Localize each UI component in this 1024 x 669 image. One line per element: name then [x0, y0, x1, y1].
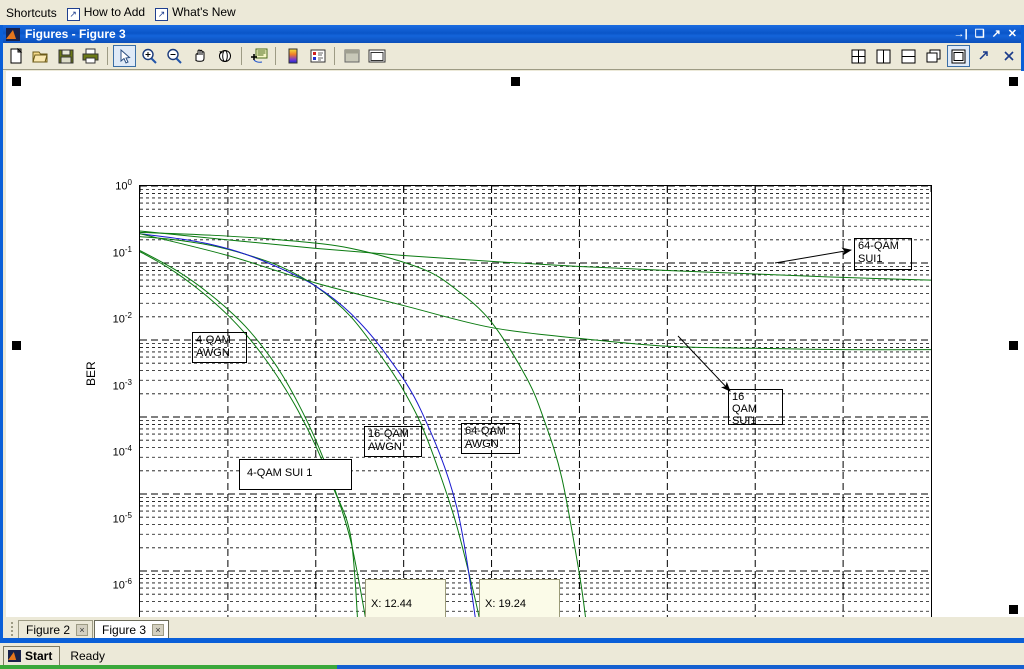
- zoom-in-icon[interactable]: [138, 45, 161, 67]
- hide-plot-tools-icon[interactable]: [340, 45, 363, 67]
- dock-icon[interactable]: →|: [954, 28, 968, 40]
- ann-16qam-sui1[interactable]: 16 QAM SUI1: [728, 389, 783, 427]
- start-button[interactable]: Start: [3, 646, 61, 666]
- ytick-label: 10-4: [112, 444, 132, 459]
- datatip-2-x: X: 19.24: [485, 598, 526, 610]
- axes-frame[interactable]: [139, 185, 932, 620]
- tab-figure-2-label: Figure 2: [26, 622, 71, 637]
- pointer-select-icon[interactable]: [113, 45, 136, 67]
- undock-icon[interactable]: ❑: [975, 28, 985, 40]
- print-figure-icon[interactable]: [79, 45, 102, 67]
- tab-figure-3-close-icon[interactable]: ×: [152, 623, 165, 636]
- tab-figure-2[interactable]: Figure 2 ×: [18, 620, 94, 638]
- tab-figure-2-close-icon[interactable]: ×: [76, 623, 89, 636]
- taskbar: Start Ready: [0, 641, 1024, 669]
- undock-arrow-icon[interactable]: [972, 45, 995, 67]
- start-button-label: Start: [25, 649, 53, 663]
- taskbar-progress-strip: [0, 665, 337, 669]
- status-text: Ready: [70, 649, 106, 663]
- plot-svg: [140, 186, 931, 620]
- ann-4qam-awgn[interactable]: 4-QAM AWGN: [192, 332, 247, 363]
- figures-window: Figures - Figure 3 →| ❑ ↗ ✕ 100 10-1 10-…: [0, 25, 1024, 641]
- zoom-out-icon[interactable]: [163, 45, 186, 67]
- pan-hand-icon[interactable]: [188, 45, 211, 67]
- shortcut-whats-new-label: What's New: [172, 4, 236, 19]
- ann-4qam-sui1[interactable]: 4-QAM SUI 1: [239, 459, 352, 490]
- shortcut-whats-new[interactable]: ↗ What's New: [155, 5, 236, 21]
- legend-icon[interactable]: [306, 45, 329, 67]
- datatip-1-x: X: 12.44: [371, 598, 412, 610]
- arrow-box-icon: ↗: [66, 7, 80, 21]
- ytick-label: 10-6: [112, 577, 132, 592]
- shortcuts-label[interactable]: Shortcuts: [6, 6, 57, 20]
- y-axis-label: BER: [84, 361, 98, 386]
- figure-canvas[interactable]: 100 10-1 10-2 10-3 10-4 10-5 10-6 BER SN…: [6, 71, 1024, 620]
- arrow-box-icon: ↗: [155, 7, 169, 21]
- show-plot-tools-icon[interactable]: [365, 45, 388, 67]
- figure-toolbar: [3, 43, 1021, 70]
- window-titlebar: Figures - Figure 3 →| ❑ ↗ ✕: [3, 25, 1021, 43]
- ytick-label: 10-2: [112, 311, 132, 326]
- open-file-icon[interactable]: [29, 45, 52, 67]
- toolbar-separator: [241, 47, 242, 65]
- maximize-arrow-icon[interactable]: ↗: [992, 28, 1001, 40]
- colorbar-icon[interactable]: [281, 45, 304, 67]
- save-figure-icon[interactable]: [54, 45, 77, 67]
- ann-64qam-awgn[interactable]: 64-QAM AWGN: [461, 423, 520, 454]
- datatip-1[interactable]: X: 12.44 Y: 1.346e-006: [365, 579, 446, 620]
- cascade-icon[interactable]: [922, 45, 945, 67]
- titlebar-buttons: →| ❑ ↗ ✕: [954, 28, 1017, 40]
- shortcut-how-to-add-label: How to Add: [83, 4, 146, 19]
- toolbar-separator: [107, 47, 108, 65]
- ann-16qam-awgn[interactable]: 16-QAM AWGN: [364, 426, 422, 457]
- rotate-3d-icon[interactable]: [213, 45, 236, 67]
- tile-grid-icon[interactable]: [847, 45, 870, 67]
- tabbar-grip[interactable]: [8, 621, 16, 637]
- close-figure-icon[interactable]: [997, 45, 1020, 67]
- toolbar-separator: [334, 47, 335, 65]
- ytick-label: 10-3: [112, 378, 132, 393]
- matlab-logo-icon: [6, 27, 20, 41]
- plot-area: 100 10-1 10-2 10-3 10-4 10-5 10-6 BER SN…: [6, 71, 1024, 620]
- matlab-figures-window: Shortcuts ↗ How to Add ↗ What's New Figure…: [0, 0, 1024, 669]
- tile-horizontal-icon[interactable]: [897, 45, 920, 67]
- toolbar-separator: [275, 47, 276, 65]
- ytick-label: 100: [115, 178, 132, 193]
- tile-vertical-icon[interactable]: [872, 45, 895, 67]
- data-cursor-icon[interactable]: [247, 45, 270, 67]
- figure-tabbar: Figure 2 × Figure 3 ×: [6, 617, 1024, 638]
- close-icon[interactable]: ✕: [1008, 28, 1017, 40]
- single-pane-icon[interactable]: [947, 45, 970, 67]
- ytick-label: 10-5: [112, 511, 132, 526]
- shortcut-how-to-add[interactable]: ↗ How to Add: [66, 4, 146, 21]
- ann-64qam-sui1[interactable]: 64-QAM SUI1: [854, 238, 912, 270]
- matlab-start-logo-icon: [8, 650, 21, 662]
- window-title: Figures - Figure 3: [25, 27, 126, 41]
- shortcuts-bar: Shortcuts ↗ How to Add ↗ What's New: [0, 0, 1024, 25]
- ytick-label: 10-1: [112, 245, 132, 260]
- new-figure-icon[interactable]: [4, 45, 27, 67]
- tab-figure-3-label: Figure 3: [102, 622, 147, 637]
- tab-figure-3[interactable]: Figure 3 ×: [94, 620, 170, 638]
- datatip-2[interactable]: X: 19.24 Y: 1.381e-006: [479, 579, 560, 620]
